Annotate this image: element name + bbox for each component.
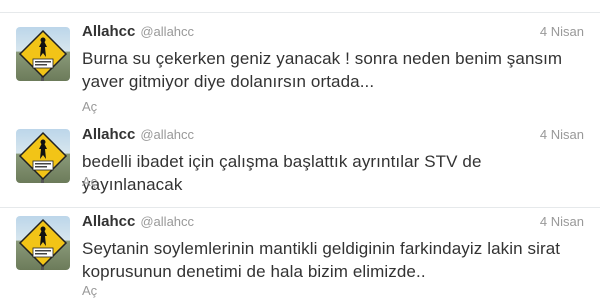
user-handle[interactable]: @allahcc [140,24,194,39]
user-name[interactable]: Allahcc [82,23,135,40]
tweet-text: bedelli ibadet için çalışma başlattık ay… [82,152,482,194]
user-name[interactable]: Allahcc [82,126,135,143]
expand-link[interactable]: Aç [82,174,97,189]
avatar[interactable] [16,216,70,270]
road-sign-icon [18,131,68,183]
tweet-text: Seytanin soylemlerinin mantikli geldigin… [82,239,561,281]
tweet-item[interactable]: Allahcc @allahcc 4 Nisan Seytanin soyleml… [0,208,600,300]
avatar[interactable] [16,27,70,81]
tweet-text: Burna su çekerken geniz yanacak ! sonra … [82,49,563,91]
user-handle[interactable]: @allahcc [140,127,194,142]
tweet-header: Allahcc @allahcc 4 Nisan [82,23,584,41]
expand-link[interactable]: Aç [82,99,97,114]
avatar[interactable] [16,129,70,183]
tweet-timestamp[interactable]: 4 Nisan [540,24,584,39]
road-sign-icon [18,29,68,81]
user-name[interactable]: Allahcc [82,213,135,230]
tweet-item[interactable]: Allahcc @allahcc 4 Nisan bedelli ibadet i… [0,121,600,208]
tweet-header: Allahcc @allahcc 4 Nisan [82,213,584,231]
tweet-timeline: Allahcc @allahcc 4 Nisan Burna su çekerke… [0,0,600,300]
tweet-timestamp[interactable]: 4 Nisan [540,127,584,142]
expand-link[interactable]: Aç [82,283,97,298]
tweet-header: Allahcc @allahcc 4 Nisan [82,126,584,144]
road-sign-icon [18,218,68,270]
tweet-item[interactable]: Allahcc @allahcc 4 Nisan Burna su çekerke… [0,12,600,122]
user-handle[interactable]: @allahcc [140,214,194,229]
tweet-timestamp[interactable]: 4 Nisan [540,214,584,229]
